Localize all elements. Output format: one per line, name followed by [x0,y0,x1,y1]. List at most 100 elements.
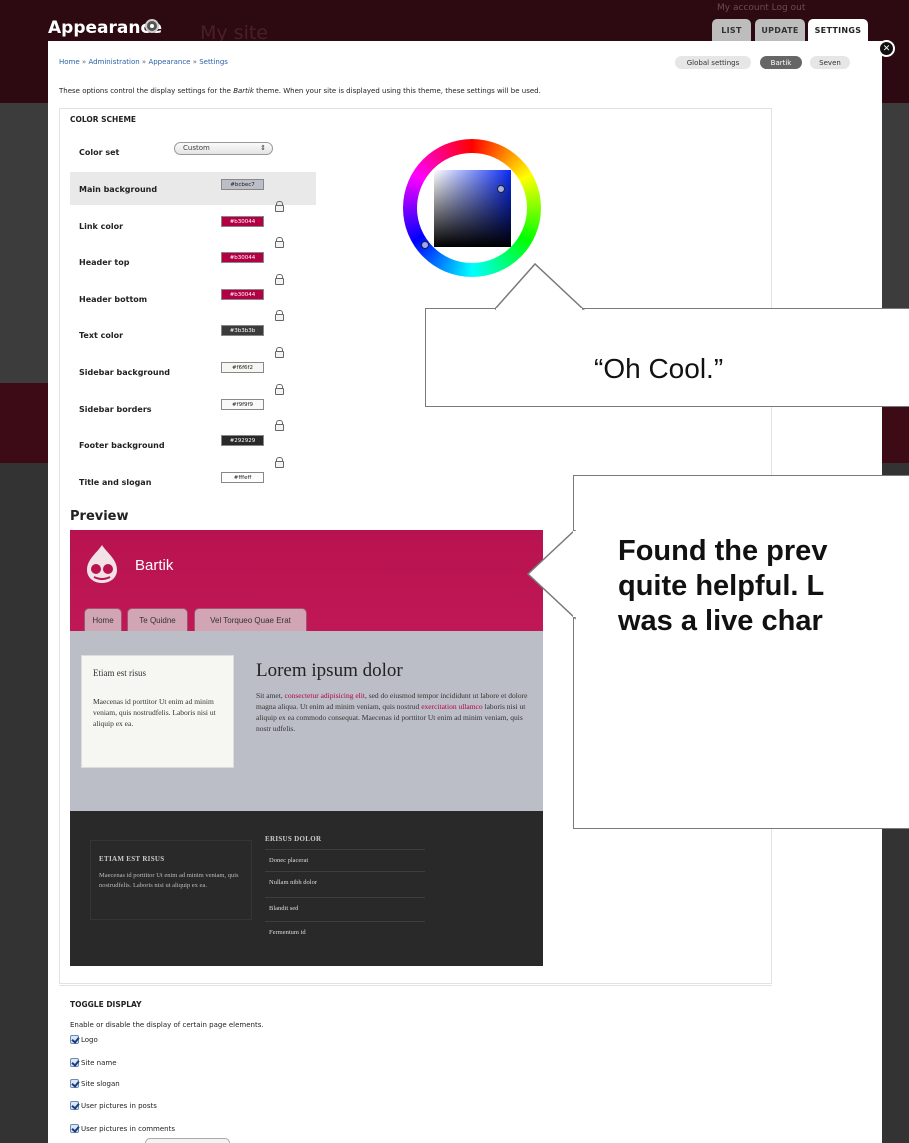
toggle-item[interactable]: Site slogan [70,1079,120,1088]
color-field-input[interactable]: #bcbec7 [221,179,264,190]
background-account-links: My account Log out [717,3,806,13]
toggle-item[interactable]: User pictures in comments [70,1124,175,1133]
toggle-item-label: User pictures in posts [81,1101,157,1110]
color-field-label: Header top [79,258,130,267]
pill-bartik[interactable]: Bartik [760,56,802,69]
checkbox-checked-icon[interactable] [70,1124,79,1133]
tab-update[interactable]: UPDATE [755,19,805,41]
intro-theme-name: Bartik [233,87,254,95]
callout-preview: Found the prev quite helpful. L was a li… [573,475,909,829]
toggle-item-label: Site name [81,1058,117,1067]
color-field-label: Link color [79,222,124,231]
breadcrumb-separator: » [81,58,87,66]
color-set-label: Color set [79,148,120,157]
footer-link-label: Blandit sed [269,905,299,912]
toggle-item-label: Site slogan [81,1079,120,1088]
preview-tab-vel-torqueo[interactable]: Vel Torqueo Quae Erat [194,608,307,631]
color-field-label: Sidebar background [79,368,170,377]
preview-footer-link[interactable]: Fermentum id [265,921,425,943]
close-icon[interactable]: ✕ [878,40,895,57]
color-scheme-legend: COLOR SCHEME [70,115,137,124]
preview-footer-link[interactable]: Donec placerat [265,849,425,871]
tab-list[interactable]: LIST [712,19,751,41]
preview-footer-title-2: ERISUS DOLOR [265,835,322,843]
footer-link-label: Donec placerat [269,857,309,864]
color-saturation-square[interactable] [434,170,511,247]
color-field-label: Sidebar borders [79,405,152,414]
color-field-label: Main background [79,185,158,194]
color-field-label: Text color [79,331,124,340]
color-field-input[interactable]: #b30044 [221,289,264,300]
preview-tab-home[interactable]: Home [84,608,122,631]
lock-icon[interactable] [274,384,284,395]
toggle-display-legend: TOGGLE DISPLAY [70,1000,142,1009]
breadcrumb-separator: » [141,58,147,66]
color-field-input[interactable]: #b30044 [221,216,264,227]
hue-marker[interactable] [421,241,429,249]
color-field-input[interactable]: #292929 [221,435,264,446]
toggle-display-description: Enable or disable the display of certain… [70,1021,264,1029]
toggle-item[interactable]: Site name [70,1058,117,1067]
breadcrumb-home[interactable]: Home [59,58,80,66]
lock-icon[interactable] [274,201,284,212]
footer-link-label: Fermentum id [269,929,306,936]
breadcrumb-settings[interactable]: Settings [199,58,228,66]
color-set-value: Custom [183,144,210,152]
breadcrumb-separator: » [192,58,197,66]
preview-tab-te-quidne[interactable]: Te Quidne [127,608,188,631]
footer-link-label: Nullam nibh dolor [269,879,318,886]
toggle-item-label: User pictures in comments [81,1124,176,1133]
toggle-item[interactable]: User pictures in posts [70,1101,157,1110]
toggle-item-label: Logo [81,1035,98,1044]
checkbox-checked-icon[interactable] [70,1058,79,1067]
preview-main-title: Lorem ipsum dolor [256,660,403,681]
color-field-label: Title and slogan [79,478,152,487]
toggle-item[interactable]: Logo [70,1035,98,1044]
tab-settings[interactable]: SETTINGS [808,19,868,41]
lock-icon[interactable] [274,310,284,321]
callout-line: Found the prev [618,535,828,567]
drupal-drop-icon [87,545,117,583]
preview-footer-link[interactable]: Blandit sed [265,897,425,919]
checkbox-checked-icon[interactable] [70,1101,79,1110]
color-set-select[interactable]: Custom ⇕ [174,142,273,155]
callout-line: was a live char [618,605,823,637]
checkbox-checked-icon[interactable] [70,1035,79,1044]
lock-icon[interactable] [274,420,284,431]
lock-icon[interactable] [274,457,284,468]
intro-after: theme. When your site is displayed using… [253,87,541,95]
intro-before: These options control the display settin… [59,87,234,95]
checkbox-checked-icon[interactable] [70,1079,79,1088]
color-field-input[interactable]: #fffeff [221,472,264,483]
color-field-label: Header bottom [79,295,148,304]
breadcrumb-administration[interactable]: Administration [88,58,139,66]
preview-site-name: Bartik [135,557,174,574]
partial-select[interactable] [145,1138,230,1143]
breadcrumb: Home » Administration » Appearance » Set… [59,58,228,66]
intro-text: These options control the display settin… [59,87,541,95]
callout-oh-cool: “Oh Cool.” [425,308,909,407]
color-field-label: Footer background [79,441,165,450]
preview-footer-text-1: Maecenas id porttitor Ut enim ad minim v… [99,872,239,889]
color-field-input[interactable]: #f9f9f9 [221,399,264,410]
preview-footer-title-1: ETIAM EST RISUS [99,855,165,863]
lock-icon[interactable] [274,347,284,358]
pill-seven[interactable]: Seven [810,56,850,69]
main-text-part: Sit amet, [256,691,285,700]
color-field-input[interactable]: #3b3b3b [221,325,264,336]
preview-main-text: Sit amet, consectetur adipisicing elit, … [256,690,534,734]
preview-sidebar-text: Maecenas id porttitor Ut enim ad minim v… [93,697,216,728]
preview-heading: Preview [70,509,129,524]
callout-tail-top [495,262,585,310]
lock-icon[interactable] [274,274,284,285]
lock-icon[interactable] [274,237,284,248]
saturation-marker[interactable] [497,185,505,193]
preview-sidebar-title: Etiam est risus [93,668,146,678]
color-field-input[interactable]: #f6f6f2 [221,362,264,373]
preview-link-exercitation[interactable]: exercitation ullamco [421,702,482,711]
preview-link-consectetur[interactable]: consectetur adipisicing elit [285,691,365,700]
preview-footer-link[interactable]: Nullam nibh dolor [265,871,425,893]
pill-global-settings[interactable]: Global settings [675,56,751,69]
breadcrumb-appearance[interactable]: Appearance [148,58,190,66]
color-field-input[interactable]: #b30044 [221,252,264,263]
